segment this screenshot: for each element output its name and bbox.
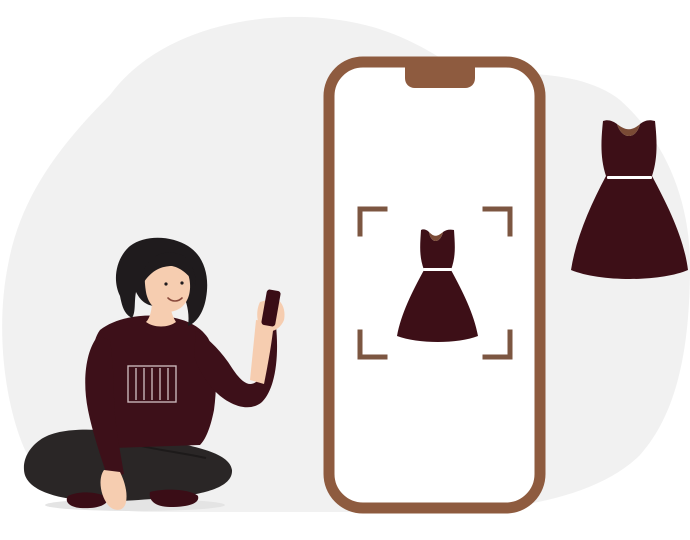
phone-mockup — [323, 56, 546, 514]
phone-notch — [405, 60, 475, 88]
visual-search-illustration — [0, 0, 690, 540]
illustration-canvas — [2, 16, 690, 514]
